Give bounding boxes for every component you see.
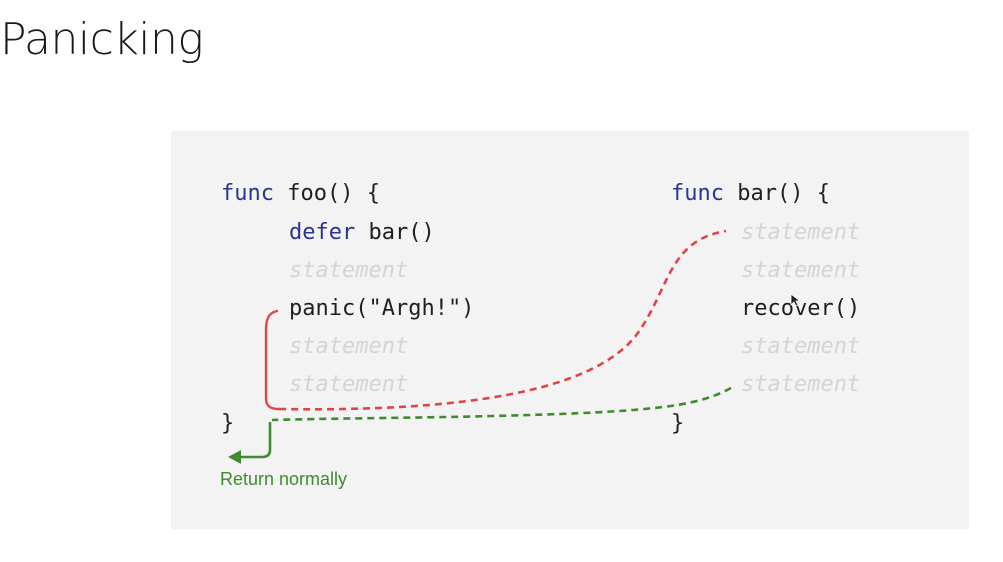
return-path <box>271 386 732 422</box>
arrow-left-icon <box>228 450 241 464</box>
control-flow-arrows <box>228 229 802 464</box>
panic-bracket <box>264 309 281 411</box>
return-arrow-line <box>236 422 272 459</box>
panic-path <box>278 229 727 411</box>
return-normally-label: Return normally <box>220 469 348 489</box>
mouse-cursor-icon <box>790 293 802 307</box>
